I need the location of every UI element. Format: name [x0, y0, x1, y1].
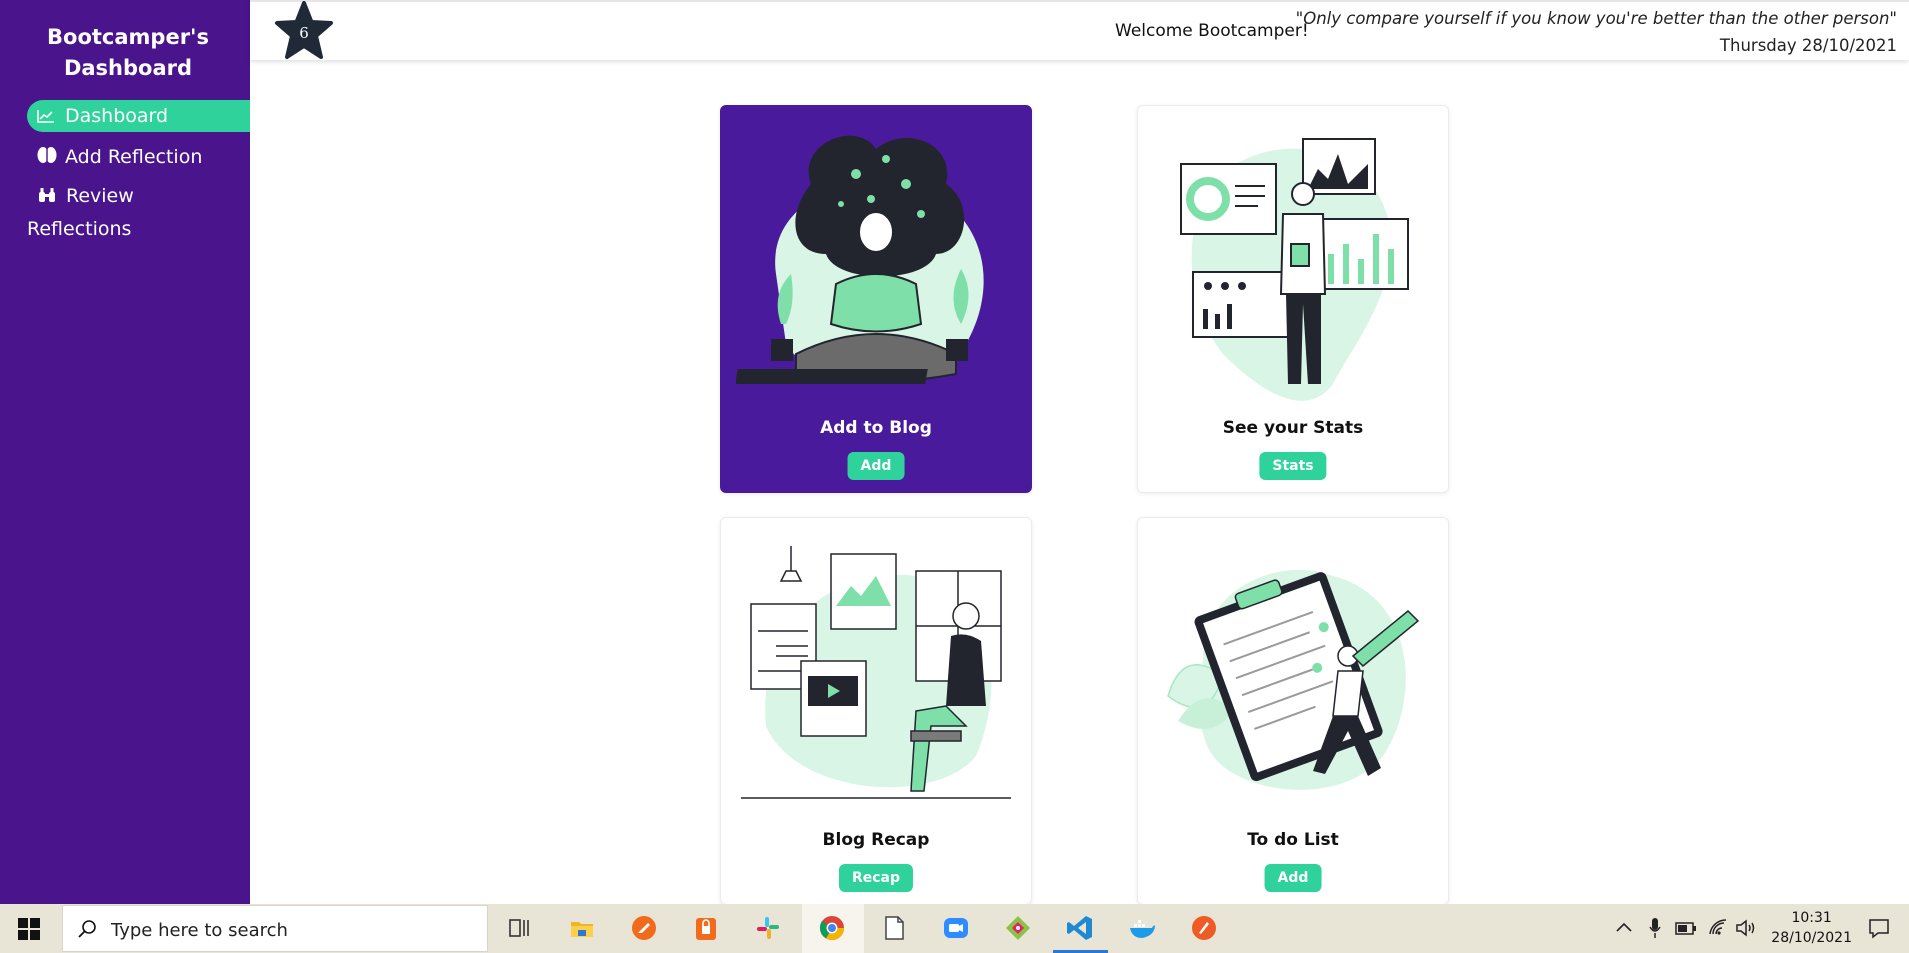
binoculars-icon	[38, 181, 58, 213]
card-title: To do List	[1247, 830, 1339, 850]
welcome-text: Welcome Bootcamper!	[1115, 21, 1309, 41]
git-icon[interactable]	[1004, 914, 1032, 942]
stats-button[interactable]: Stats	[1259, 452, 1327, 480]
meditation-illustration	[736, 135, 984, 384]
clock-time: 10:31	[1791, 910, 1832, 926]
clock-date: 28/10/2021	[1771, 930, 1852, 946]
battery-icon[interactable]	[1675, 919, 1697, 937]
card-blog-recap: Blog Recap Recap	[720, 517, 1032, 905]
chrome-icon[interactable]	[818, 914, 846, 942]
slack-icon[interactable]	[754, 914, 782, 942]
card-title: Add to Blog	[820, 418, 932, 438]
todo-illustration	[1167, 569, 1420, 790]
add-blog-button[interactable]: Add	[847, 452, 905, 480]
blog-recap-illustration	[741, 546, 1011, 799]
star-count: 6	[299, 24, 309, 42]
card-see-your-stats: See your Stats Stats	[1137, 105, 1449, 493]
card-add-to-blog: Add to Blog Add	[720, 105, 1032, 493]
search-placeholder: Type here to search	[111, 920, 288, 941]
windows-start-icon[interactable]	[18, 918, 40, 940]
card-title: See your Stats	[1222, 418, 1364, 438]
taskbar-search[interactable]: Type here to search	[62, 905, 488, 952]
sidebar-item-label: Add Reflection	[65, 146, 203, 168]
vscode-icon[interactable]	[1066, 914, 1094, 942]
notifications-icon[interactable]	[1868, 917, 1890, 939]
card-title: Blog Recap	[822, 830, 930, 850]
sidebar-item-label: Dashboard	[65, 105, 169, 127]
password-manager-icon[interactable]	[692, 914, 720, 942]
top-bar: 6 Welcome Bootcamper! "Only compare your…	[250, 0, 1909, 60]
sidebar-item-dashboard[interactable]: Dashboard	[27, 100, 250, 132]
wifi-icon[interactable]	[1708, 918, 1728, 938]
file-explorer-icon[interactable]	[568, 914, 596, 942]
search-icon	[78, 920, 96, 938]
speaker-icon[interactable]	[1735, 918, 1757, 938]
quote-text: "Only compare yourself if you know you'r…	[1295, 9, 1897, 28]
docker-icon[interactable]	[1128, 914, 1156, 942]
date-text: Thursday 28/10/2021	[1719, 36, 1897, 55]
brand-title: Bootcamper's Dashboard	[47, 25, 209, 80]
stats-illustration	[1180, 138, 1409, 401]
chevron-up-icon[interactable]	[1615, 920, 1633, 934]
sidebar: Bootcamper's Dashboard Dashboard Add Ref…	[0, 0, 250, 904]
star-badge[interactable]: 6	[273, 0, 335, 62]
brain-icon	[37, 142, 57, 174]
card-to-do-list: To do List Add	[1137, 517, 1449, 905]
windows-taskbar: Type here to search 10:31 28/10/2021	[0, 904, 1909, 953]
notepad-icon[interactable]	[880, 914, 908, 942]
recap-button[interactable]: Recap	[838, 864, 914, 892]
task-view-icon[interactable]	[506, 914, 534, 942]
postman-alt-icon[interactable]	[1190, 914, 1218, 942]
todo-add-button[interactable]: Add	[1264, 864, 1322, 892]
sidebar-item-add-reflection[interactable]: Add Reflection	[27, 141, 250, 174]
sidebar-item-review-reflections[interactable]: Review Reflections	[27, 180, 207, 245]
taskbar-clock[interactable]: 10:31 28/10/2021	[1771, 908, 1852, 948]
chart-line-icon	[37, 101, 57, 133]
postman-icon[interactable]	[630, 914, 658, 942]
microphone-icon[interactable]	[1648, 917, 1662, 939]
zoom-icon[interactable]	[942, 914, 970, 942]
